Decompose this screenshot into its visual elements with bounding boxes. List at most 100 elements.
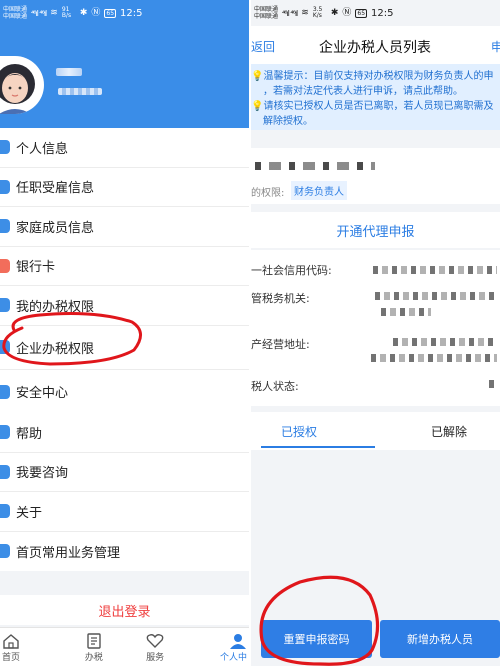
menu-item-person[interactable]: 个人信息 — [0, 128, 249, 168]
tax-authority-masked-2 — [381, 308, 431, 316]
bluetooth-icon-right: ✱ — [330, 7, 339, 18]
menu-item-about[interactable]: 关于 — [0, 492, 249, 532]
tab-tax[interactable]: 办税 — [63, 628, 124, 666]
menu-secondary: 帮助我要咨询关于首页常用业务管理 — [0, 413, 249, 571]
carrier-2-right: 中国联通 — [254, 13, 279, 20]
logout-row: 退出登录 — [0, 595, 249, 625]
nfc-icon-right: Ⓝ — [342, 7, 352, 18]
nfc-icon: Ⓝ — [91, 7, 101, 18]
person-icon — [0, 140, 10, 155]
menu-item-help[interactable]: 帮助 — [0, 413, 249, 453]
help-link[interactable]: 点此帮助 — [413, 86, 453, 97]
bluetooth-icon: ✱ — [79, 7, 88, 18]
wifi-icon-right: ≋ — [301, 7, 309, 18]
menu-item-label: 任职受雇信息 — [16, 181, 95, 197]
tab-profile[interactable]: 个人中 — [186, 628, 249, 666]
taxpayer-status-label: 税人状态: — [251, 380, 299, 393]
notice-line-2: ，若需对法定代表人进行申诉，请点此帮助。 — [263, 86, 463, 97]
menu-item-enterprise[interactable]: 企业办税权限 — [0, 326, 249, 370]
menu-item-label: 帮助 — [16, 426, 43, 442]
tab-service[interactable]: 服务 — [125, 628, 186, 666]
menu-primary: 个人信息任职受雇信息家庭成员信息银行卡我的办税权限 企业办税权限安全中心 — [0, 128, 249, 414]
status-bar-right: 中国联通 中国联通 ⁴⁶ıl ⁴⁶ıl ≋ 3.5 K/s ✱ Ⓝ 65 12:… — [251, 0, 394, 26]
menu-item-briefcase[interactable]: 任职受雇信息 — [0, 168, 249, 207]
carrier-2: 中国联通 — [3, 13, 28, 20]
menu-item-shield[interactable]: 安全中心 — [0, 370, 249, 414]
staff-name-masked — [255, 162, 375, 170]
shield-icon — [0, 384, 10, 399]
tax-authority-masked — [375, 292, 495, 300]
wifi-icon: ≋ — [50, 7, 58, 18]
personal-center-screen: 中国联通 中国联通 ⁴⁶ıl ⁴⁶ıl ≋ 91 B/s ✱ Ⓝ 65 12:5 — [0, 0, 249, 666]
signal-icon-right: ⁴⁶ıl ⁴⁶ıl — [282, 8, 298, 18]
menu-item-label: 安全中心 — [16, 386, 69, 401]
avatar[interactable] — [0, 56, 44, 114]
enable-agent-filing-link[interactable]: 开通代理申报 — [251, 212, 500, 248]
staff-card: 的权限: 财务负责人 — [251, 148, 500, 204]
tax-authority-label: 管税务机关: — [251, 292, 310, 305]
enterprise-icon — [0, 340, 10, 354]
nav-bar: 返回 企业办税人员列表 申 — [251, 26, 500, 64]
menu-item-permission[interactable]: 我的办税权限 — [0, 286, 249, 326]
tab-home-label: 首页 — [2, 653, 21, 663]
network-speed: 91 B/s — [61, 6, 72, 19]
enterprise-detail: 一社会信用代码: 管税务机关: 产经营地址: 税人状态: — [251, 250, 500, 406]
menu-item-consult[interactable]: 我要咨询 — [0, 453, 249, 492]
battery-icon: 65 — [104, 8, 117, 18]
screenshot-composite: 中国联通 中国联通 ⁴⁶ıl ⁴⁶ıl ≋ 91 B/s ✱ Ⓝ 65 12:5 — [0, 0, 500, 666]
status-icons-right: ≋ 3.5 K/s ✱ Ⓝ 65 — [301, 6, 368, 19]
back-link[interactable]: 返回 — [251, 38, 275, 55]
clock: 12:5 — [120, 7, 143, 19]
user-id-masked — [58, 88, 102, 95]
nav-right-action[interactable]: 申 — [491, 38, 500, 55]
menu-item-label: 银行卡 — [16, 260, 56, 276]
notice-line-4: 解除授权。 — [263, 116, 313, 127]
briefcase-icon — [0, 179, 10, 194]
active-tab-indicator — [261, 446, 375, 448]
signal-icon: ⁴⁶ıl ⁴⁶ıl — [31, 8, 47, 18]
tab-authorized[interactable]: 已授权 — [281, 423, 317, 440]
enterprise-tax-staff-screen: 返回 企业办税人员列表 申 💡温馨提示：目前仅支持对办税权限为财务负责人的申 ，… — [251, 0, 500, 666]
user-name-masked — [56, 68, 82, 76]
home-business-icon — [0, 544, 10, 559]
bank-card-icon — [0, 258, 10, 273]
business-address-label: 产经营地址: — [251, 338, 310, 351]
network-speed-right: 3.5 K/s — [312, 6, 323, 19]
reset-filing-password-button[interactable]: 重置申报密码 — [261, 620, 372, 658]
battery-icon-right: 65 — [355, 8, 368, 18]
enable-agent-filing-label: 开通代理申报 — [336, 224, 415, 240]
role-badge: 财务负责人 — [291, 181, 347, 200]
family-icon — [0, 219, 10, 234]
add-tax-staff-button[interactable]: 新增办税人员 — [380, 620, 500, 658]
taxpayer-status-masked — [489, 380, 497, 388]
permission-icon — [0, 298, 10, 313]
tab-revoked[interactable]: 已解除 — [431, 423, 467, 440]
about-icon — [0, 504, 10, 519]
notice-banner: 💡温馨提示：目前仅支持对办税权限为财务负责人的申 ，若需对法定代表人进行申诉，请… — [251, 64, 500, 130]
reset-filing-password-label: 重置申报密码 — [283, 633, 350, 646]
status-icons: ≋ 91 B/s ✱ Ⓝ 65 — [50, 6, 117, 19]
help-icon — [0, 425, 10, 440]
tax-icon — [87, 633, 101, 649]
menu-item-home-business[interactable]: 首页常用业务管理 — [0, 532, 249, 572]
page-title: 企业办税人员列表 — [319, 40, 431, 56]
logout-button[interactable]: 退出登录 — [98, 601, 150, 620]
tab-service-label: 服务 — [146, 653, 165, 663]
service-icon — [146, 634, 164, 648]
tab-home[interactable]: 首页 — [0, 628, 63, 666]
menu-item-family[interactable]: 家庭成员信息 — [0, 207, 249, 247]
carrier-info-right: 中国联通 中国联通 — [254, 6, 278, 20]
tab-tax-label: 办税 — [84, 653, 103, 663]
notice-line-3: 💡请核实已授权人员是否已离职，若人员现已离职需及 — [251, 101, 494, 112]
carrier-info: 中国联通 中国联通 — [3, 6, 27, 20]
notice-line-1: 💡温馨提示：目前仅支持对办税权限为财务负责人的申 — [251, 71, 494, 82]
home-icon — [3, 634, 19, 649]
menu-item-bank-card[interactable]: 银行卡 — [0, 247, 249, 286]
notice-bulb-icon: 💡 — [251, 101, 264, 112]
credit-code-label: 一社会信用代码: — [251, 264, 332, 277]
notice-bulb-icon: 💡 — [251, 71, 264, 82]
consult-icon — [0, 464, 10, 479]
bottom-tab-bar: 首页 办税 服务 个人中 — [0, 627, 249, 666]
menu-item-label: 关于 — [16, 505, 43, 521]
menu-item-label: 首页常用业务管理 — [16, 545, 121, 561]
